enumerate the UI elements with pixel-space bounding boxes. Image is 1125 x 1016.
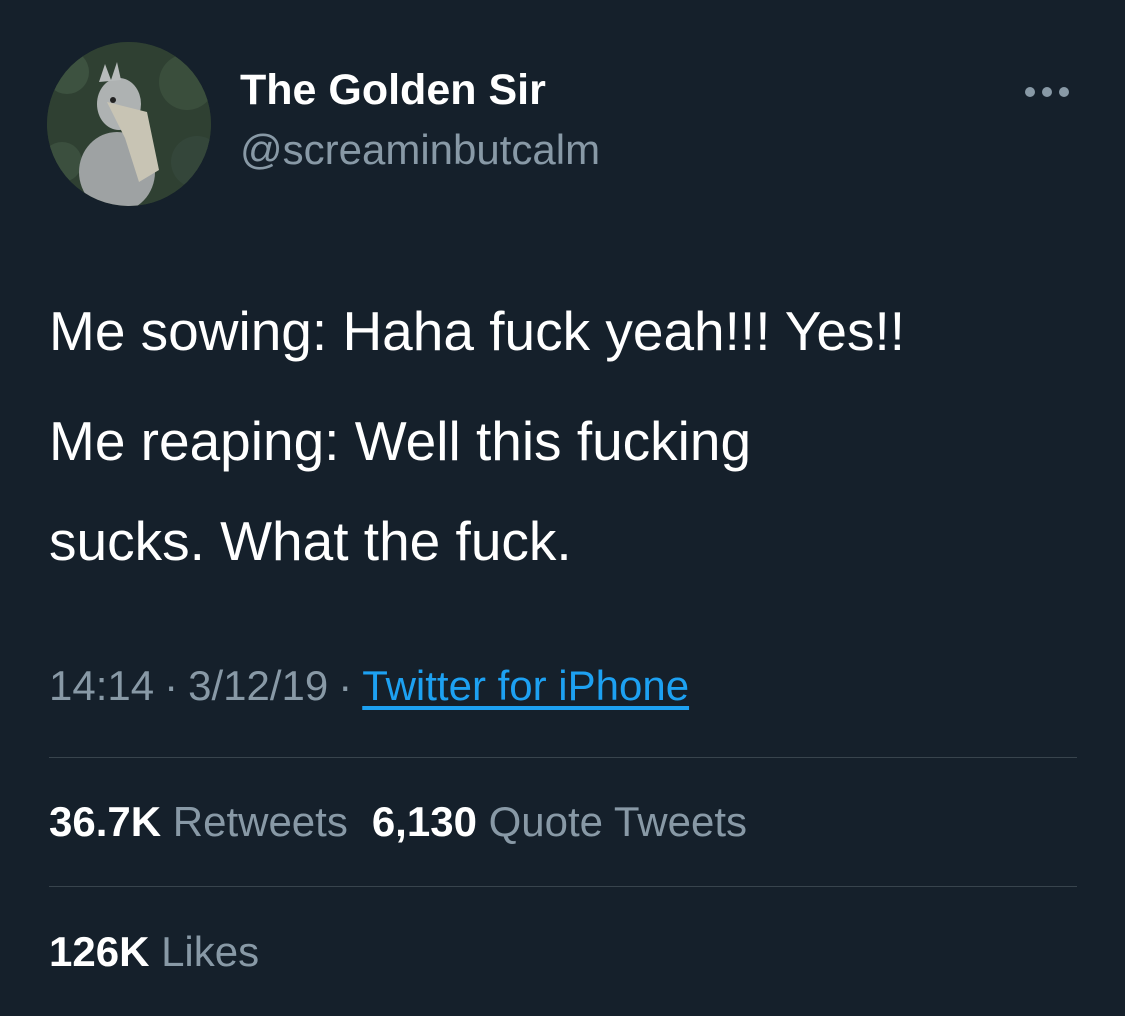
quote-tweets-stat[interactable]: 6,130 Quote Tweets	[372, 798, 747, 846]
tweet-text-line: sucks. What the fuck.	[49, 510, 572, 572]
avatar[interactable]	[47, 42, 211, 206]
tweet-source-link[interactable]: Twitter for iPhone	[362, 662, 689, 709]
retweets-count: 36.7K	[49, 798, 162, 845]
likes-count: 126K	[49, 928, 150, 975]
display-name[interactable]: The Golden Sir	[240, 66, 546, 115]
tweet-date[interactable]: 3/12/19	[188, 662, 328, 709]
quote-tweets-count: 6,130	[371, 798, 477, 845]
meta-separator: ·	[164, 662, 179, 709]
likes-stat[interactable]: 126K Likes	[49, 928, 259, 976]
shoebill-avatar-icon	[47, 42, 211, 206]
tweet-text-line: Me sowing: Haha fuck yeah!!! Yes!!	[49, 300, 906, 362]
retweets-stat[interactable]: 36.7K Retweets	[49, 798, 348, 846]
retweets-label: Retweets	[172, 798, 348, 845]
divider	[49, 886, 1077, 887]
tweet-card: The Golden Sir @screaminbutcalm Me sowin…	[0, 0, 1125, 1016]
tweet-text-line: Me reaping: Well this fucking	[49, 410, 752, 472]
likes-label: Likes	[161, 928, 260, 975]
quote-tweets-label: Quote Tweets	[488, 798, 747, 845]
likes-stats: 126K Likes	[49, 928, 283, 976]
meta-separator: ·	[338, 662, 353, 709]
tweet-time[interactable]: 14:14	[49, 662, 154, 709]
user-handle[interactable]: @screaminbutcalm	[240, 126, 600, 174]
tweet-meta: 14:14 · 3/12/19 · Twitter for iPhone	[49, 662, 689, 710]
engagement-stats: 36.7K Retweets 6,130 Quote Tweets	[49, 798, 771, 846]
more-horizontal-icon[interactable]	[1022, 80, 1072, 104]
divider	[49, 757, 1077, 758]
